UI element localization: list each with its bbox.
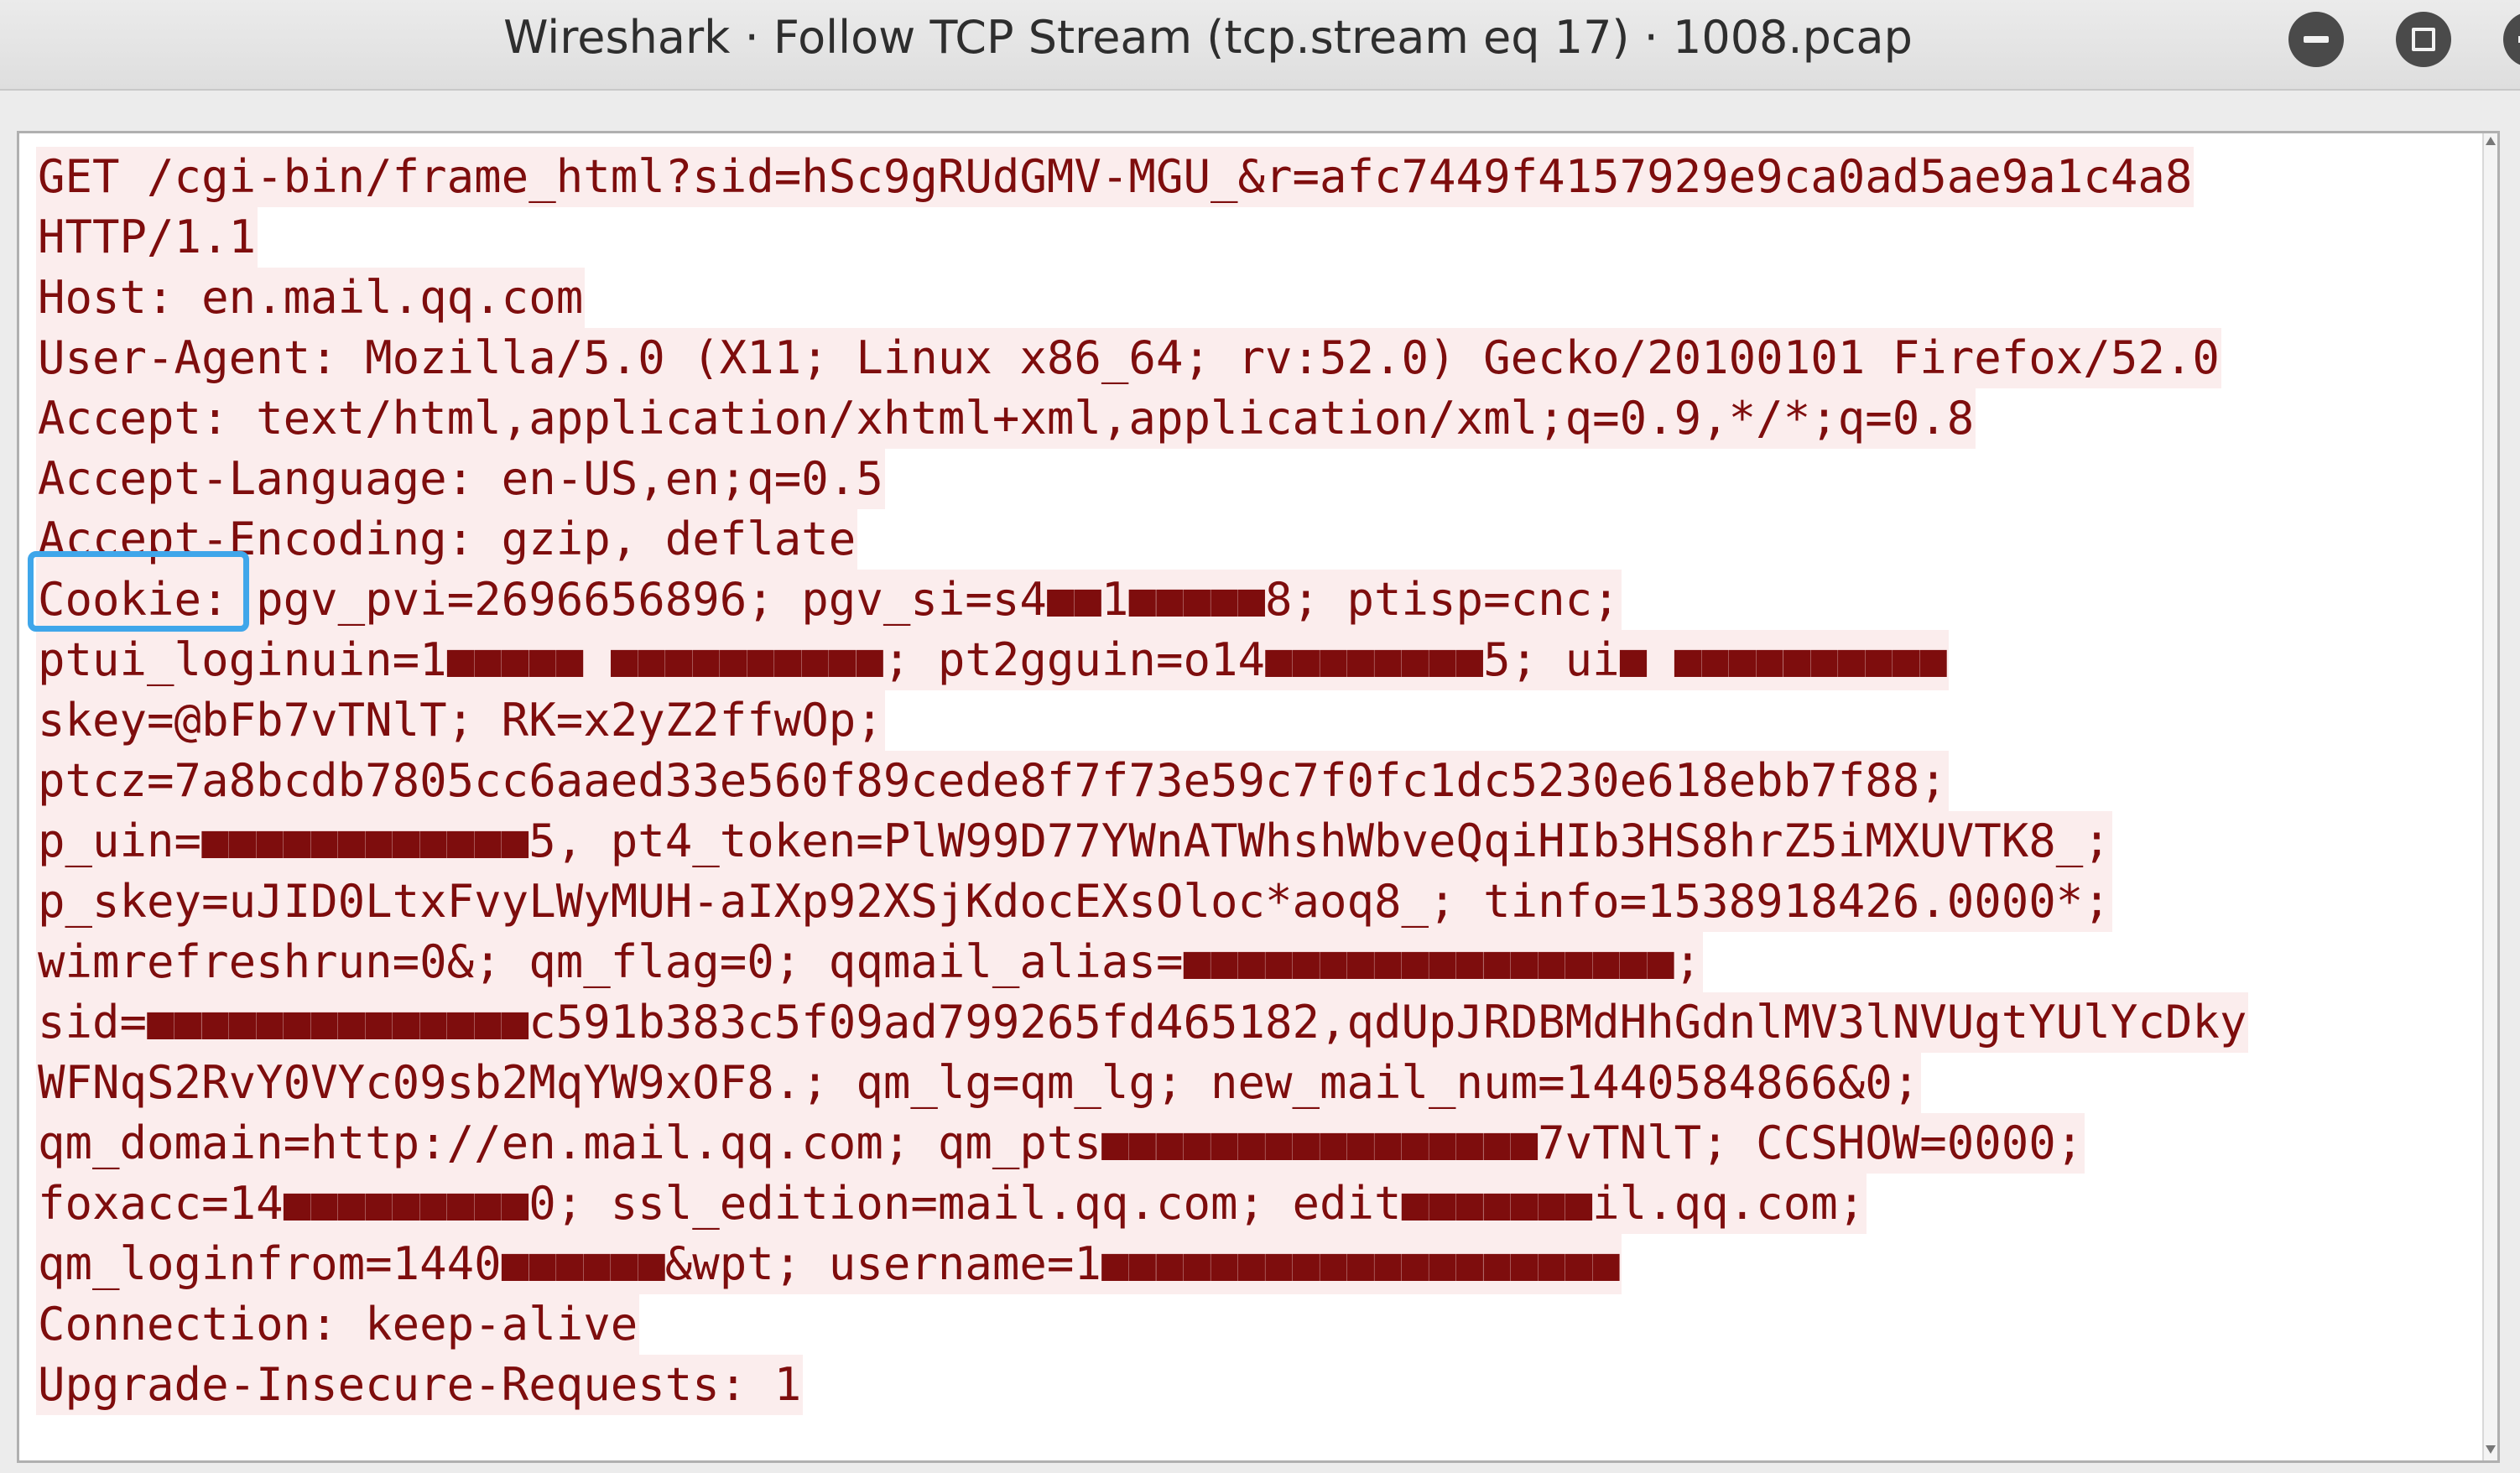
stream-line: GET /cgi-bin/frame_html?sid=hSc9gRUdGMV-…: [36, 147, 2248, 207]
stream-line: ptui_loginuin=1■■■■■ ■■■■■■■■■■; pt2ggui…: [36, 630, 2248, 690]
stream-line: ptcz=7a8bcdb7805cc6aaed33e560f89cede8f7f…: [36, 751, 2248, 811]
stream-line: skey=@bFb7vTNlT; RK=x2yZ2ffwOp;: [36, 690, 2248, 751]
stream-line: HTTP/1.1: [36, 207, 2248, 268]
close-button[interactable]: [2503, 12, 2520, 67]
stream-line: User-Agent: Mozilla/5.0 (X11; Linux x86_…: [36, 328, 2248, 388]
minus-icon: [2304, 36, 2329, 43]
stream-line-cookie: Cookie: pgv_pvi=2696656896; pgv_si=s4■■1…: [36, 570, 2248, 630]
stream-line: WFNqS2RvY0VYc09sb2MqYW9xOF8.; qm_lg=qm_l…: [36, 1053, 2248, 1113]
title-bar[interactable]: Wireshark · Follow TCP Stream (tcp.strea…: [0, 0, 2520, 91]
stream-line: foxacc=14■■■■■■■■■0; ssl_edition=mail.qq…: [36, 1174, 2248, 1234]
stream-content-view[interactable]: GET /cgi-bin/frame_html?sid=hSc9gRUdGMV-…: [17, 131, 2500, 1463]
stream-line: Accept-Encoding: gzip, deflate: [36, 509, 2248, 570]
scroll-up-arrow-icon[interactable]: [2486, 137, 2496, 145]
stream-line: Upgrade-Insecure-Requests: 1: [36, 1355, 2248, 1415]
stream-line: wimrefreshrun=0&; qm_flag=0; qqmail_alia…: [36, 932, 2248, 992]
follow-tcp-stream-window: Wireshark · Follow TCP Stream (tcp.strea…: [0, 0, 2520, 1473]
stream-line: Accept: text/html,application/xhtml+xml,…: [36, 388, 2248, 449]
stream-line: qm_loginfrom=1440■■■■■■&wpt; username=1■…: [36, 1234, 2248, 1294]
stream-line: Connection: keep-alive: [36, 1294, 2248, 1355]
cookie-highlight-box: [28, 551, 249, 632]
stream-line: Host: en.mail.qq.com: [36, 268, 2248, 328]
stream-line: sid=■■■■■■■■■■■■■■c591b383c5f09ad799265f…: [36, 992, 2249, 1053]
stream-lines: GET /cgi-bin/frame_html?sid=hSc9gRUdGMV-…: [36, 147, 2249, 1415]
window-title: Wireshark · Follow TCP Stream (tcp.strea…: [503, 11, 1913, 64]
maximize-button[interactable]: [2396, 12, 2451, 67]
stream-line: p_uin=■■■■■■■■■■■■5, pt4_token=PlW99D77Y…: [36, 811, 2248, 872]
square-icon: [2412, 28, 2435, 51]
stream-line: p_skey=uJID0LtxFvyLWyMUH-aIXp92XSjKdocEX…: [36, 872, 2248, 932]
scroll-down-arrow-icon[interactable]: [2486, 1445, 2496, 1454]
stream-line: Accept-Language: en-US,en;q=0.5: [36, 449, 2248, 509]
stream-line: qm_domain=http://en.mail.qq.com; qm_pts■…: [36, 1113, 2248, 1174]
vertical-scrollbar[interactable]: [2482, 133, 2497, 1460]
minimize-button[interactable]: [2288, 12, 2344, 67]
